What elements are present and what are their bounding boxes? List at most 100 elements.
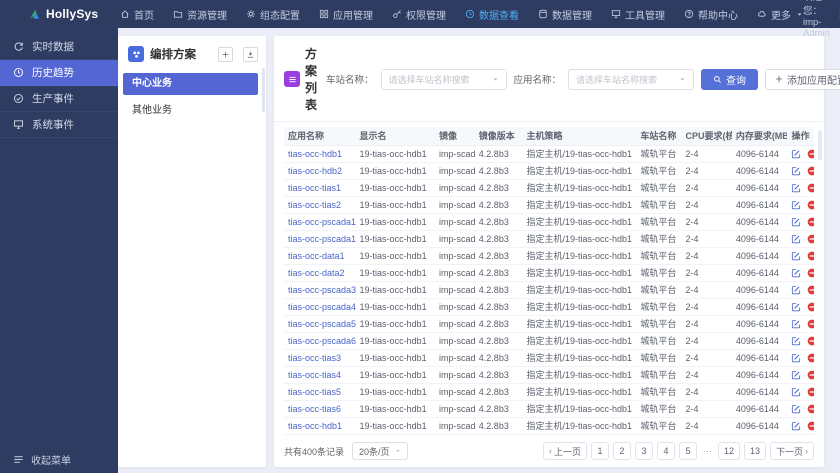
edit-icon[interactable] [791,251,801,261]
forbid-icon[interactable] [807,149,814,159]
edit-icon[interactable] [791,183,801,193]
forbid-icon[interactable] [807,353,814,363]
forbid-icon[interactable] [807,319,814,329]
nav-item-label: 数据管理 [552,10,592,22]
nav-item-工具管理[interactable]: 工具管理 [611,7,665,22]
edit-icon[interactable] [791,421,801,431]
add-plan-button[interactable] [218,46,233,62]
image-cell: imp-scada [435,281,475,299]
table-row: tias-occ-data219-tias-occ-hdb1imp-scada4… [284,264,814,282]
app-name-link[interactable]: tias-occ-pscada3 [288,285,356,295]
page-button-4[interactable]: 4 [656,442,675,460]
image-version-cell: 4.2.8b3 [474,417,523,435]
app-name-link[interactable]: tias-occ-tias3 [288,353,341,363]
page-size-select[interactable]: 20条/页 [352,442,408,460]
edit-icon[interactable] [791,149,801,159]
app-name-link[interactable]: tias-occ-pscada4 [288,302,356,312]
forbid-icon[interactable] [807,302,814,312]
page-button-12[interactable]: 12 [717,442,740,460]
edit-icon[interactable] [791,387,801,397]
nav-item-组态配置[interactable]: 组态配置 [246,7,300,22]
forbid-icon[interactable] [807,421,814,431]
app-name-link[interactable]: tias-occ-hdb2 [288,166,342,176]
edit-icon[interactable] [791,353,801,363]
nav-item-label: 权限管理 [406,10,446,22]
image-version-cell: 4.2.8b3 [474,145,523,163]
nav-item-数据管理[interactable]: 数据管理 [538,7,592,22]
edit-icon[interactable] [791,166,801,176]
nav-item-应用管理[interactable]: 应用管理 [319,7,373,22]
forbid-icon[interactable] [807,387,814,397]
nav-item-更多[interactable]: 更多 [757,7,803,22]
next-page-button[interactable]: 下一页 › [769,442,814,460]
app-name-link[interactable]: tias-occ-pscada1 [288,217,356,227]
forbid-icon[interactable] [807,251,814,261]
page-button-5[interactable]: 5 [678,442,697,460]
monitor-icon [611,9,621,19]
station-select[interactable]: 请选择车站名称搜索 [380,68,507,90]
app-select[interactable]: 请选择车站名称搜索 [568,68,695,90]
edit-icon[interactable] [791,404,801,414]
page-button-3[interactable]: 3 [634,442,653,460]
edit-icon[interactable] [791,285,801,295]
sidebar-item-历史趋势[interactable]: 历史趋势 [0,60,118,86]
forbid-icon[interactable] [807,370,814,380]
cpu-cell: 2-4 [681,349,732,367]
tree-item-其他业务[interactable]: 其他业务 [123,100,258,122]
table-scrollbar[interactable] [818,130,822,160]
forbid-icon[interactable] [807,285,814,295]
app-name-link[interactable]: tias-occ-tias1 [288,183,341,193]
sidebar-item-生产事件[interactable]: 生产事件 [0,86,118,112]
forbid-icon[interactable] [807,336,814,346]
sidebar-item-系统事件[interactable]: 系统事件 [0,112,118,138]
app-name-link[interactable]: tias-occ-pscada1 [288,234,356,244]
host-policy-cell: 指定主机/19-tias-occ-hdb1 [522,213,637,231]
page-button-2[interactable]: 2 [612,442,631,460]
forbid-icon[interactable] [807,200,814,210]
query-button[interactable]: 查询 [701,68,759,90]
logo[interactable]: HollySys [0,7,98,21]
page-button-1[interactable]: 1 [590,442,609,460]
edit-icon[interactable] [791,268,801,278]
forbid-icon[interactable] [807,234,814,244]
forbid-icon[interactable] [807,183,814,193]
forbid-icon[interactable] [807,404,814,414]
app-name-link[interactable]: tias-occ-pscada6 [288,336,356,346]
app-name-link[interactable]: tias-occ-tias2 [288,200,341,210]
nav-item-权限管理[interactable]: 权限管理 [392,7,446,22]
import-plan-button[interactable] [243,46,258,62]
panel-scrollbar[interactable] [262,68,265,112]
forbid-icon[interactable] [807,166,814,176]
nav-item-帮助中心[interactable]: 帮助中心 [684,7,738,22]
edit-icon[interactable] [791,370,801,380]
app-name-link[interactable]: tias-occ-tias5 [288,387,341,397]
cpu-cell: 2-4 [681,179,732,197]
page-size-value: 20条/页 [359,446,390,457]
nav-item-首页[interactable]: 首页 [120,7,154,22]
app-name-link[interactable]: tias-occ-data1 [288,251,345,261]
edit-icon[interactable] [791,200,801,210]
edit-icon[interactable] [791,217,801,227]
nav-item-资源管理[interactable]: 资源管理 [173,7,227,22]
forbid-icon[interactable] [807,268,814,278]
memory-cell: 4096-6144 [731,366,788,384]
nav-item-数据查看[interactable]: 数据查看 [465,7,519,22]
collapse-menu-button[interactable]: 收起菜单 [0,445,118,473]
host-policy-cell: 指定主机/19-tias-occ-hdb1 [522,145,637,163]
edit-icon[interactable] [791,336,801,346]
edit-icon[interactable] [791,319,801,329]
edit-icon[interactable] [791,302,801,312]
edit-icon[interactable] [791,234,801,244]
app-name-link[interactable]: tias-occ-hdb1 [288,149,342,159]
app-name-link[interactable]: tias-occ-tias4 [288,370,341,380]
app-name-link[interactable]: tias-occ-hdb1 [288,421,342,431]
tree-item-中心业务[interactable]: 中心业务 [123,73,258,95]
add-app-config-button[interactable]: 添加应用配置 [765,68,840,90]
app-name-link[interactable]: tias-occ-pscada5 [288,319,356,329]
prev-page-button[interactable]: ‹ 上一页 [542,442,587,460]
app-name-link[interactable]: tias-occ-tias6 [288,404,341,414]
page-button-13[interactable]: 13 [743,442,766,460]
forbid-icon[interactable] [807,217,814,227]
app-name-link[interactable]: tias-occ-data2 [288,268,345,278]
sidebar-item-实时数据[interactable]: 实时数据 [0,34,118,60]
